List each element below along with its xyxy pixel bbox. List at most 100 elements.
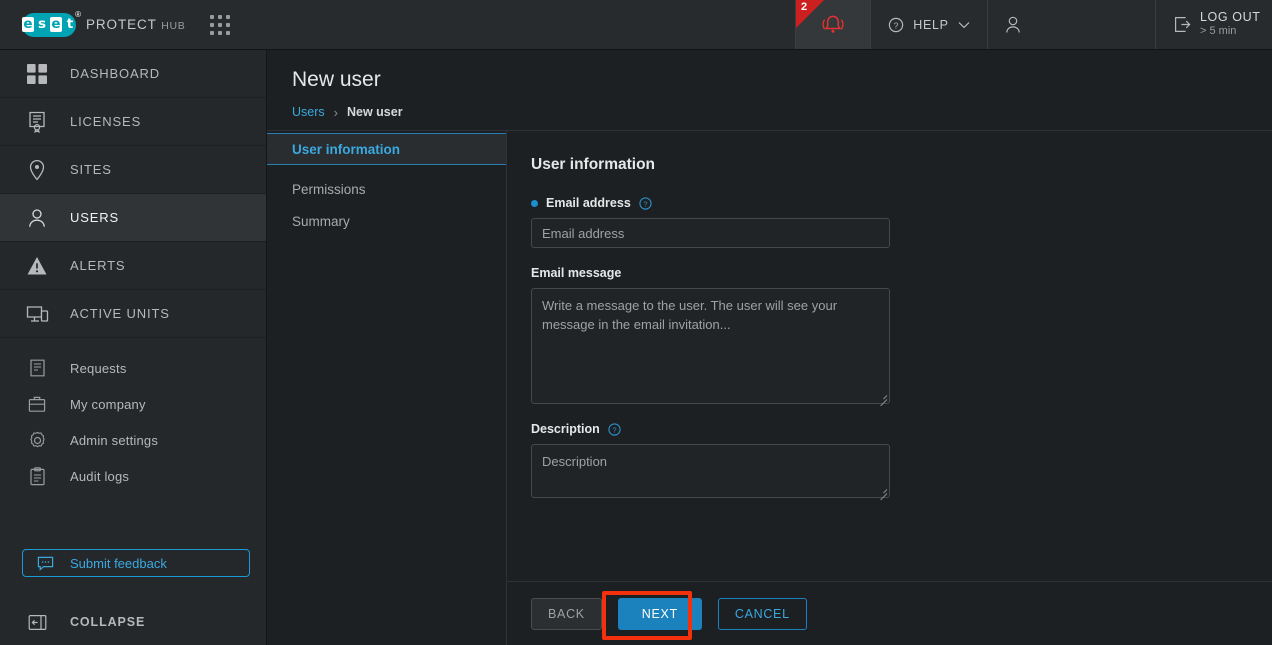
sidebar-label-audit-logs: Audit logs xyxy=(70,469,129,484)
sidebar-item-users[interactable]: USERS xyxy=(0,194,266,242)
logout-button[interactable]: LOG OUT > 5 min xyxy=(1155,0,1272,49)
wizard-step-summary[interactable]: Summary xyxy=(267,205,506,237)
header-spacer xyxy=(195,0,795,49)
speech-bubble-icon xyxy=(37,556,54,571)
sidebar-item-licenses[interactable]: LICENSES xyxy=(0,98,266,146)
label-text-email-message: Email message xyxy=(531,266,621,280)
field-description: Description ? xyxy=(531,422,1272,498)
wizard-panel: User information Email address ? xyxy=(507,131,1272,645)
field-label-email-message: Email message xyxy=(531,266,1272,280)
product-suffix-text: HUB xyxy=(161,20,185,32)
sidebar-item-requests[interactable]: Requests xyxy=(0,350,266,386)
sidebar-label-my-company: My company xyxy=(70,397,146,412)
gear-icon xyxy=(24,431,50,450)
back-button[interactable]: BACK xyxy=(531,598,602,630)
sidebar-item-dashboard[interactable]: DASHBOARD xyxy=(0,50,266,98)
sidebar-label-alerts: ALERTS xyxy=(70,258,125,273)
sidebar-item-active-units[interactable]: ACTIVE UNITS xyxy=(0,290,266,338)
logout-text: LOG OUT > 5 min xyxy=(1200,10,1260,39)
label-text-description: Description xyxy=(531,422,600,436)
page-header: New user Users › New user xyxy=(267,50,1272,130)
svg-text:?: ? xyxy=(643,199,647,208)
collapse-label: COLLAPSE xyxy=(70,615,145,629)
wizard-step-permissions[interactable]: Permissions xyxy=(267,173,506,205)
form-body: User information Email address ? xyxy=(507,131,1272,581)
logo-letter-e1: e xyxy=(22,17,34,32)
breadcrumb: Users › New user xyxy=(292,105,1272,119)
main-content: New user Users › New user User informati… xyxy=(267,50,1272,645)
session-timer: > 5 min xyxy=(1200,25,1260,38)
product-name-text: PROTECT xyxy=(86,17,157,32)
logout-label: LOG OUT xyxy=(1200,10,1260,25)
sidebar-label-licenses: LICENSES xyxy=(70,114,141,129)
next-button[interactable]: NEXT xyxy=(618,598,702,630)
field-email-message: Email message xyxy=(531,266,1272,404)
email-message-textarea[interactable] xyxy=(531,288,890,404)
email-address-input[interactable] xyxy=(531,218,890,248)
map-pin-icon xyxy=(24,159,50,181)
body-row: DASHBOARD LICENSES xyxy=(0,50,1272,645)
top-header-bar: e s e t ® PROTECT HUB 2 xyxy=(0,0,1272,50)
breadcrumb-parent-link[interactable]: Users xyxy=(292,105,325,119)
question-circle-icon: ? xyxy=(888,17,904,33)
wizard-container: User information Permissions Summary Use… xyxy=(267,130,1272,645)
sidebar-item-my-company[interactable]: My company xyxy=(0,386,266,422)
field-label-email-address: Email address ? xyxy=(531,196,1272,210)
field-email-address: Email address ? xyxy=(531,196,1272,248)
question-circle-icon[interactable]: ? xyxy=(639,197,652,210)
cancel-button[interactable]: CANCEL xyxy=(718,598,807,630)
eset-logo: e s e t ® xyxy=(22,13,76,37)
dashboard-grid-icon xyxy=(24,63,50,85)
form-section-title: User information xyxy=(531,156,1272,174)
warning-triangle-icon xyxy=(24,255,50,277)
sidebar-item-audit-logs[interactable]: Audit logs xyxy=(0,458,266,494)
description-wrapper xyxy=(531,444,890,498)
brand-area: e s e t ® PROTECT HUB xyxy=(0,0,195,49)
sidebar-spacer xyxy=(0,494,266,549)
collapse-panel-icon xyxy=(24,614,50,631)
left-sidebar: DASHBOARD LICENSES xyxy=(0,50,267,645)
collapse-sidebar-button[interactable]: COLLAPSE xyxy=(0,599,266,645)
description-textarea[interactable] xyxy=(531,444,890,498)
help-label: HELP xyxy=(913,18,948,32)
breadcrumb-current: New user xyxy=(347,105,403,119)
registered-mark: ® xyxy=(75,10,81,19)
submit-feedback-button[interactable]: Submit feedback xyxy=(22,549,250,577)
wizard-step-user-information[interactable]: User information xyxy=(267,133,506,165)
eset-protect-hub-app: e s e t ® PROTECT HUB 2 xyxy=(0,0,1272,645)
notification-count: 2 xyxy=(801,1,807,14)
wizard-steps-list: User information Permissions Summary xyxy=(267,131,507,645)
submit-feedback-label: Submit feedback xyxy=(70,556,167,571)
devices-monitor-icon xyxy=(24,303,50,325)
sidebar-label-sites: SITES xyxy=(70,162,112,177)
page-title: New user xyxy=(292,68,1272,92)
wizard-step-label-1: Permissions xyxy=(292,182,366,197)
svg-text:?: ? xyxy=(612,425,616,434)
user-icon xyxy=(24,207,50,229)
notifications-button[interactable]: 2 xyxy=(795,0,870,49)
logo-letter-t: t xyxy=(64,17,76,32)
product-name: PROTECT HUB xyxy=(86,17,186,32)
sidebar-label-requests: Requests xyxy=(70,361,127,376)
sidebar-item-alerts[interactable]: ALERTS xyxy=(0,242,266,290)
field-label-description: Description ? xyxy=(531,422,1272,436)
license-certificate-icon xyxy=(24,111,50,133)
sidebar-label-active-units: ACTIVE UNITS xyxy=(70,306,170,321)
breadcrumb-separator-icon: › xyxy=(334,106,338,119)
sidebar-label-users: USERS xyxy=(70,210,119,225)
account-button[interactable] xyxy=(987,0,1155,49)
user-icon xyxy=(1003,14,1023,36)
wizard-step-label-2: Summary xyxy=(292,214,350,229)
sidebar-item-admin-settings[interactable]: Admin settings xyxy=(0,422,266,458)
help-menu-button[interactable]: ? HELP xyxy=(870,0,987,49)
clipboard-list-icon xyxy=(24,467,50,486)
label-text-email-address: Email address xyxy=(546,196,631,210)
document-icon xyxy=(24,359,50,377)
sidebar-label-admin-settings: Admin settings xyxy=(70,433,158,448)
sidebar-item-sites[interactable]: SITES xyxy=(0,146,266,194)
nav-gap xyxy=(0,338,266,350)
email-message-wrapper xyxy=(531,288,890,404)
sidebar-label-dashboard: DASHBOARD xyxy=(70,66,160,81)
question-circle-icon[interactable]: ? xyxy=(608,423,621,436)
required-dot-icon xyxy=(531,200,538,207)
